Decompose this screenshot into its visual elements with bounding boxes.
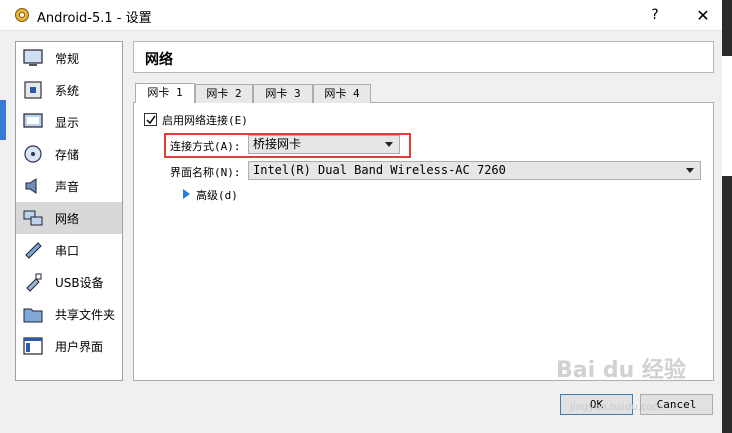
title-bar: Android-5.1 - 设置 ? ✕ bbox=[0, 0, 732, 31]
chevron-down-icon bbox=[686, 168, 694, 173]
watermark-url: jingyan.baidu.com bbox=[570, 402, 663, 413]
sidebar-item-serial-port[interactable]: 串口 bbox=[16, 234, 122, 266]
sidebar-item-label: 存储 bbox=[55, 148, 80, 162]
sidebar-item-network[interactable]: 网络 bbox=[16, 202, 122, 234]
virtualbox-gear-icon bbox=[15, 8, 29, 22]
sidebar-item-label: 系统 bbox=[55, 84, 80, 98]
enable-adapter-label: 启用网络连接(E) bbox=[162, 114, 248, 127]
general-icon bbox=[23, 49, 43, 66]
sidebar-item-system[interactable]: 系统 bbox=[16, 74, 122, 106]
page-title: 网络 bbox=[145, 52, 173, 68]
sidebar-item-label: 共享文件夹 bbox=[55, 308, 116, 322]
expand-arrow-icon[interactable] bbox=[183, 189, 190, 199]
settings-window: Android-5.1 - 设置 ? ✕ 常规 系统 显示 存储 声音 网络 串… bbox=[0, 0, 732, 433]
tab-adapter-2[interactable]: 网卡 2 bbox=[195, 84, 253, 103]
window-title: Android-5.1 - 设置 bbox=[37, 11, 152, 26]
system-icon bbox=[24, 81, 42, 99]
section-header: 网络 bbox=[133, 41, 714, 73]
sidebar-item-usb[interactable]: USB设备 bbox=[16, 266, 122, 298]
sidebar-item-label: 常规 bbox=[55, 52, 80, 66]
interface-name-label: 界面名称(N): bbox=[170, 166, 241, 179]
background-window-strip bbox=[722, 0, 732, 433]
interface-name-value: Intel(R) Dual Band Wireless-AC 7260 bbox=[253, 163, 506, 177]
checkmark-icon bbox=[146, 115, 156, 125]
storage-icon bbox=[24, 145, 42, 163]
sidebar-item-general[interactable]: 常规 bbox=[16, 42, 122, 74]
sidebar-item-storage[interactable]: 存储 bbox=[16, 138, 122, 170]
help-button[interactable]: ? bbox=[632, 0, 678, 31]
tab-adapter-3[interactable]: 网卡 3 bbox=[253, 84, 313, 103]
enable-adapter-checkbox[interactable] bbox=[144, 113, 157, 126]
tab-adapter-4[interactable]: 网卡 4 bbox=[313, 84, 371, 103]
sidebar-item-display[interactable]: 显示 bbox=[16, 106, 122, 138]
background-window-edge bbox=[0, 100, 6, 140]
sidebar-item-label: 用户界面 bbox=[55, 340, 104, 354]
sidebar-item-audio[interactable]: 声音 bbox=[16, 170, 122, 202]
audio-icon bbox=[25, 178, 37, 194]
sidebar-item-label: 声音 bbox=[55, 180, 80, 194]
sidebar-item-label: 网络 bbox=[55, 212, 80, 226]
tab-adapter-1[interactable]: 网卡 1 bbox=[135, 83, 195, 103]
attached-to-value: 桥接网卡 bbox=[253, 137, 302, 151]
sidebar-item-label: 显示 bbox=[55, 116, 80, 130]
sidebar-item-shared-folders[interactable]: 共享文件夹 bbox=[16, 298, 122, 330]
serial-port-icon bbox=[25, 242, 42, 259]
attached-to-select[interactable]: 桥接网卡 bbox=[248, 135, 400, 154]
sidebar-item-label: 串口 bbox=[55, 244, 80, 258]
interface-name-select[interactable]: Intel(R) Dual Band Wireless-AC 7260 bbox=[248, 161, 701, 180]
user-interface-icon bbox=[23, 337, 43, 355]
sidebar-item-label: USB设备 bbox=[55, 276, 104, 290]
usb-icon bbox=[26, 273, 42, 292]
watermark-logo: Bai du 经验 bbox=[556, 358, 686, 383]
display-icon bbox=[23, 113, 43, 128]
advanced-toggle[interactable]: 高级(d) bbox=[196, 187, 238, 203]
shared-folder-icon bbox=[23, 308, 43, 323]
settings-sidebar: 常规 系统 显示 存储 声音 网络 串口 USB设备 共享文件夹 用户界面 bbox=[15, 41, 123, 381]
attached-to-label: 连接方式(A): bbox=[170, 140, 241, 153]
network-icon bbox=[23, 210, 43, 226]
close-button[interactable]: ✕ bbox=[680, 0, 726, 31]
sidebar-item-user-interface[interactable]: 用户界面 bbox=[16, 330, 122, 362]
chevron-down-icon bbox=[385, 142, 393, 147]
